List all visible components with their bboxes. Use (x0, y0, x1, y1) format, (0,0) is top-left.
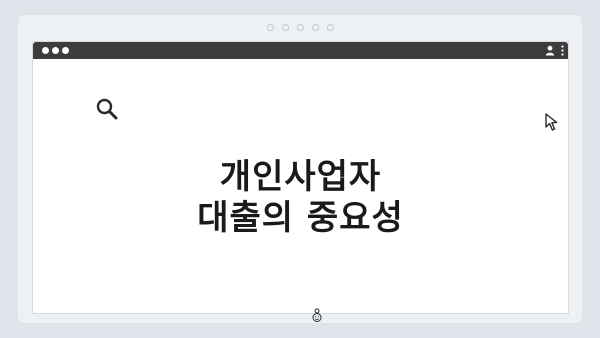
browser-window: 개인사업자 대출의 중요성 (32, 41, 569, 322)
frame-dot (266, 24, 274, 31)
page-frame: 개인사업자 대출의 중요성 (18, 15, 582, 323)
close-window-button[interactable] (42, 47, 49, 54)
maximize-window-button[interactable] (62, 47, 69, 54)
frame-dot (311, 24, 319, 31)
minimize-window-button[interactable] (52, 47, 59, 54)
cursor-icon (545, 113, 558, 131)
frame-dot (296, 24, 304, 31)
frame-dot (326, 24, 334, 31)
headline-line-2: 대출의 중요성 (197, 198, 404, 238)
user-icon[interactable] (545, 45, 555, 56)
search-icon (96, 98, 118, 120)
more-vert-icon[interactable] (561, 45, 564, 56)
smile-face-icon (312, 308, 322, 322)
page-title: 개인사업자 대출의 중요성 (33, 157, 568, 239)
headline-line-1: 개인사업자 (219, 157, 382, 197)
frame-dot (281, 24, 289, 31)
window-controls (42, 47, 72, 54)
frame-dots (18, 24, 582, 31)
window-titlebar (33, 42, 568, 59)
